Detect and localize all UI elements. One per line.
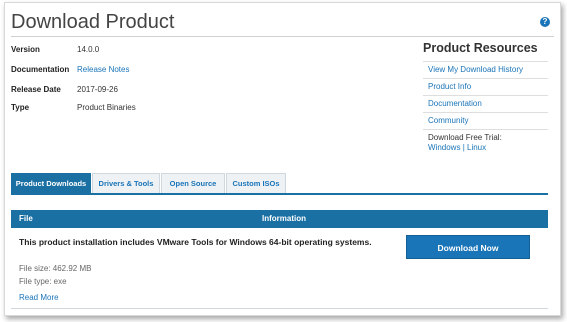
tab-custom-isos[interactable]: Custom ISOs [226, 173, 286, 193]
free-trial-label: Download Free Trial: [428, 133, 502, 142]
table-header: File Information [11, 210, 548, 228]
tab-open-source[interactable]: Open Source [161, 173, 225, 193]
read-more-link[interactable]: Read More [19, 293, 59, 302]
tab-drivers-tools[interactable]: Drivers & Tools [92, 173, 160, 193]
trial-separator: | [462, 143, 465, 152]
free-trial-item: Download Free Trial: Windows | Linux [423, 129, 548, 156]
product-info-link[interactable]: Product Info [423, 78, 548, 95]
download-now-button[interactable]: Download Now [406, 235, 530, 259]
type-value: Product Binaries [77, 103, 136, 112]
tab-product-downloads[interactable]: Product Downloads [11, 173, 91, 193]
file-type: File type: exe [19, 277, 67, 286]
release-notes-link[interactable]: Release Notes [77, 65, 129, 74]
product-description: This product installation includes VMwar… [19, 237, 372, 247]
trial-linux-link[interactable]: Linux [467, 143, 486, 152]
resources-title: Product Resources [423, 41, 538, 55]
release-date-label: Release Date [11, 85, 61, 94]
community-link[interactable]: Community [423, 112, 548, 129]
file-column-header: File [19, 214, 33, 223]
title-divider [11, 36, 554, 37]
release-date-value: 2017-09-26 [77, 85, 118, 94]
view-download-history-link[interactable]: View My Download History [423, 61, 548, 78]
version-label: Version [11, 45, 40, 54]
type-label: Type [11, 103, 30, 112]
product-resources: Product Resources View My Download Histo… [423, 41, 548, 156]
table-bottom-divider [11, 308, 548, 309]
tab-divider [11, 193, 548, 195]
documentation-label: Documentation [11, 65, 70, 74]
version-value: 14.0.0 [77, 45, 100, 54]
file-size: File size: 462.92 MB [19, 264, 92, 273]
documentation-link[interactable]: Documentation [423, 95, 548, 112]
help-icon[interactable]: ? [540, 17, 550, 27]
download-product-panel: Download Product ? Version 14.0.0 Docume… [4, 2, 561, 316]
trial-windows-link[interactable]: Windows [428, 143, 460, 152]
page-title: Download Product [11, 11, 175, 33]
information-column-header: Information [262, 214, 306, 223]
